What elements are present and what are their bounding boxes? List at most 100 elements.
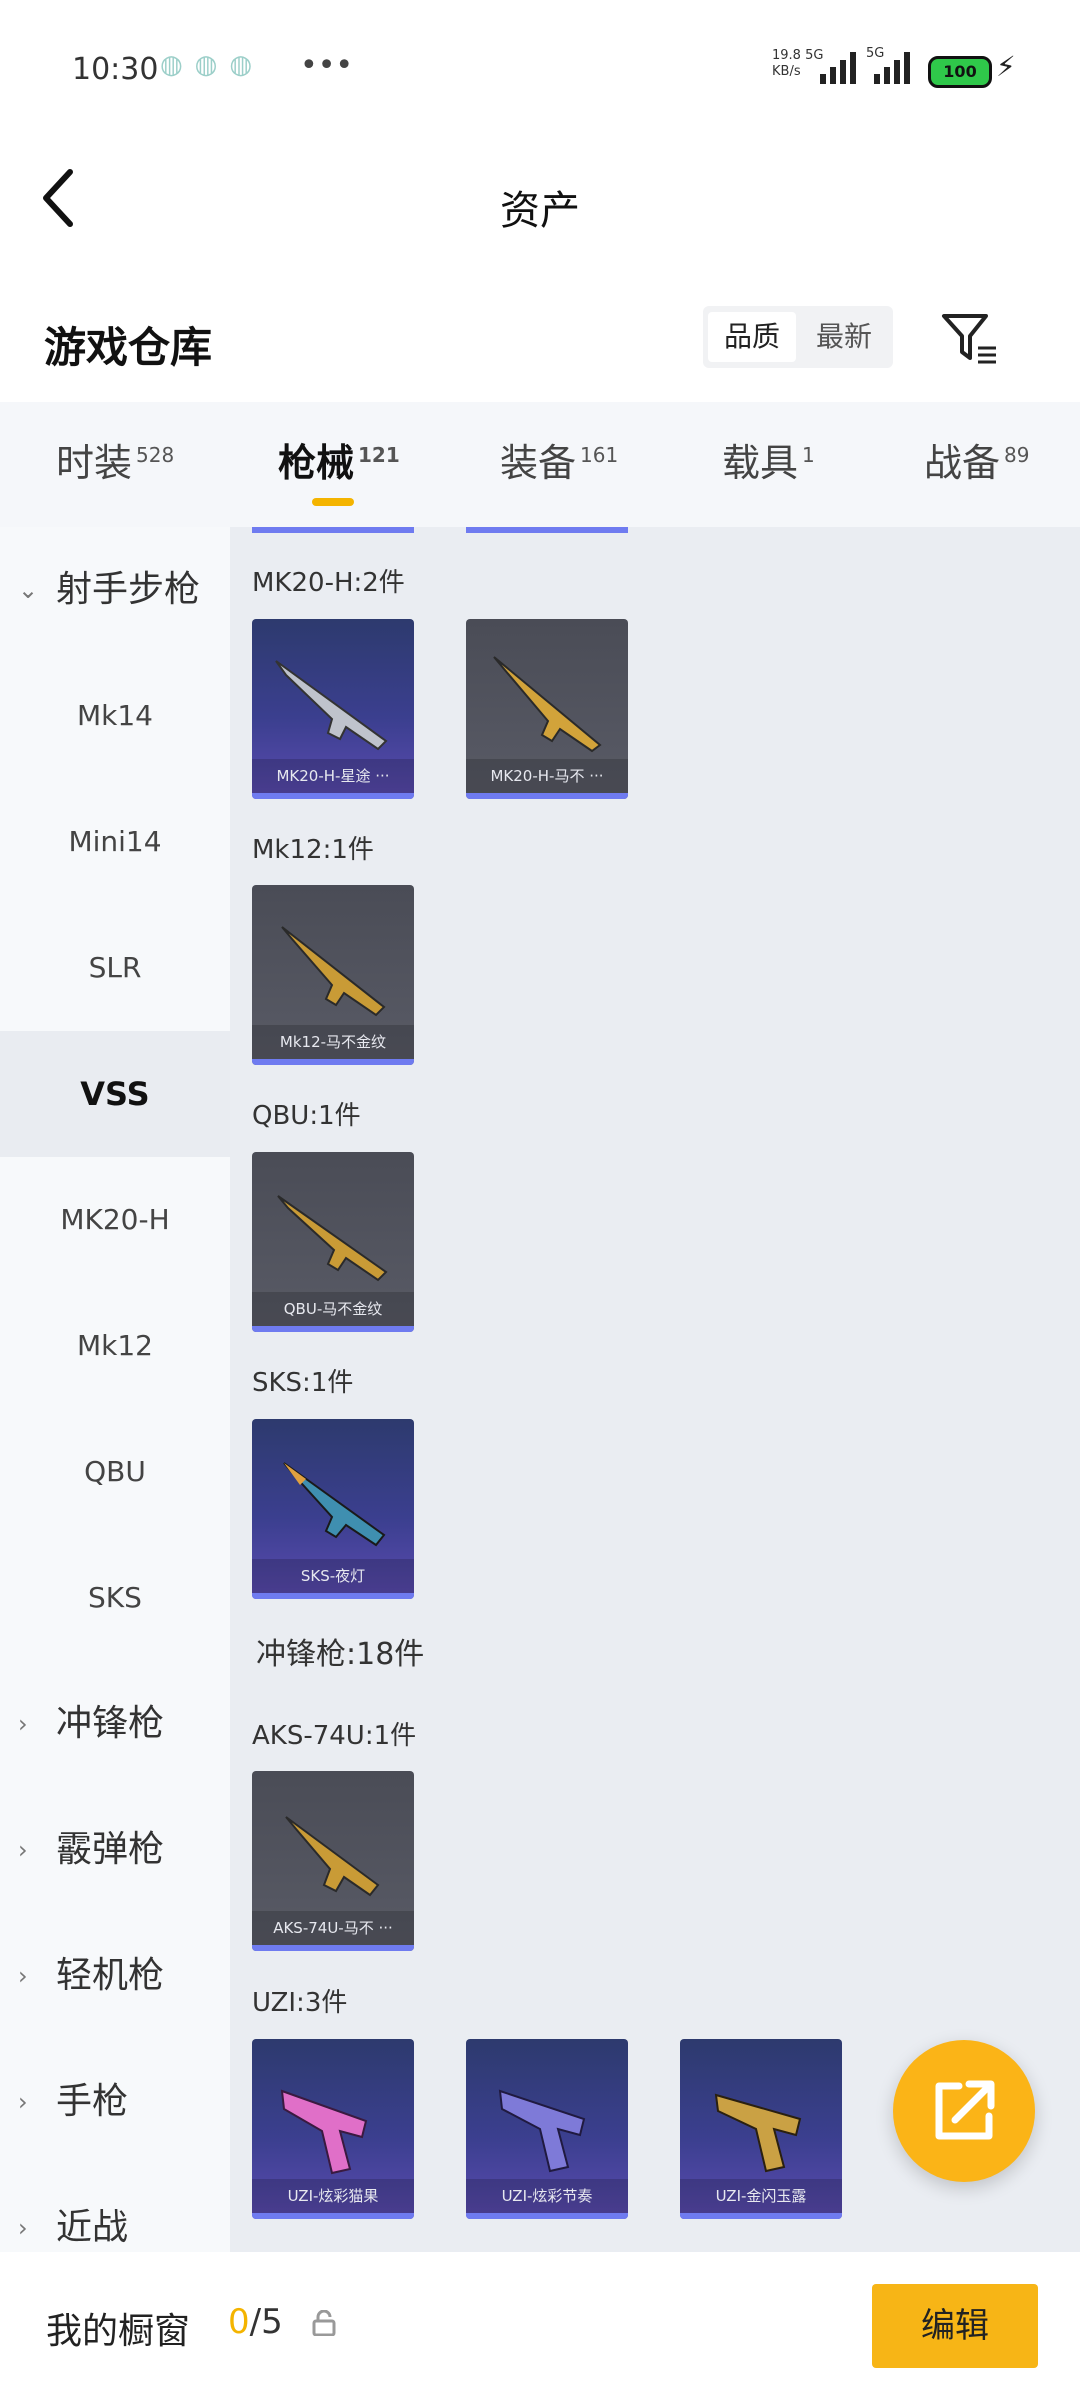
sort-quality-button[interactable]: 品质 xyxy=(708,312,796,362)
filter-icon[interactable] xyxy=(940,308,1000,368)
sidebar-item-pistol[interactable]: › 手枪 xyxy=(0,2039,230,2165)
sidebar-item-mk20h[interactable]: MK20-H xyxy=(0,1157,230,1283)
showcase-label: 我的橱窗 xyxy=(46,2311,191,2352)
rarity-bar xyxy=(252,2213,414,2219)
app-header: 资产 xyxy=(0,140,1080,270)
network-speed: 19.8 5G KB/s xyxy=(772,48,823,80)
sidebar-item-mini14[interactable]: Mini14 xyxy=(0,779,230,905)
showcase-count-total: /5 xyxy=(249,2302,283,2342)
rarity-bar xyxy=(252,1059,414,1065)
rifle-icon xyxy=(281,926,386,1017)
tab-supplies[interactable]: 战备 89 xyxy=(924,432,1029,492)
weapon-card-qbu[interactable]: QBU-马不金纹 xyxy=(252,1152,414,1332)
tab-label: 装备 xyxy=(500,441,577,485)
category-tabs: 时装 528 枪械 121 装备 161 载具 1 战备 89 xyxy=(0,402,1080,527)
weapon-grid: MK20-H:2件 MK20-H-星途 ··· MK20-H-马不 ··· Mk… xyxy=(230,527,1080,2252)
active-tab-indicator xyxy=(312,498,354,506)
weapon-card-uzi-3[interactable]: UZI-金闪玉露 xyxy=(680,2039,842,2219)
weapon-card-name: MK20-H-星途 ··· xyxy=(252,759,414,793)
tab-label: 枪械 xyxy=(278,441,355,485)
net-speed-value: 19.8 xyxy=(772,48,801,63)
charging-icon: ⚡ xyxy=(996,50,1016,83)
chevron-down-icon: ⌄ xyxy=(18,576,39,604)
sidebar-item-label: 冲锋枪 xyxy=(56,1703,165,1744)
rifle-icon xyxy=(277,1195,388,1282)
share-button[interactable] xyxy=(893,2040,1035,2182)
edit-button[interactable]: 编辑 xyxy=(872,2284,1038,2368)
group-label-uzi: UZI:3件 xyxy=(252,1988,348,2018)
group-label-mk20h: MK20-H:2件 xyxy=(252,568,405,598)
smg-icon xyxy=(498,2089,586,2173)
tab-firearms[interactable]: 枪械 121 xyxy=(278,432,400,492)
tab-label: 载具 xyxy=(722,441,799,485)
weapon-card-mk12[interactable]: Mk12-马不金纹 xyxy=(252,885,414,1065)
rifle-icon xyxy=(285,1816,380,1897)
rifle-icon xyxy=(283,1462,386,1547)
lock-icon xyxy=(312,2309,336,2337)
net-speed-unit: KB/s xyxy=(772,64,801,79)
sidebar-item-sks[interactable]: SKS xyxy=(0,1535,230,1661)
page-title: 资产 xyxy=(500,188,580,234)
tab-count: 161 xyxy=(580,443,619,468)
rarity-bar xyxy=(252,1945,414,1951)
sidebar-item-smg[interactable]: › 冲锋枪 xyxy=(0,1661,230,1787)
sidebar-item-mk14[interactable]: Mk14 xyxy=(0,653,230,779)
sort-latest-button[interactable]: 最新 xyxy=(800,312,888,362)
sidebar-item-shotgun[interactable]: › 霰弹枪 xyxy=(0,1787,230,1913)
group-label-qbu: QBU:1件 xyxy=(252,1101,361,1131)
showcase-count: 0/5 xyxy=(228,2302,283,2342)
sidebar-item-slr[interactable]: SLR xyxy=(0,905,230,1031)
sidebar-item-label: 霰弹枪 xyxy=(56,1829,165,1870)
chevron-right-icon: › xyxy=(18,2088,28,2116)
partial-card-bar xyxy=(252,527,414,533)
sidebar-item-lmg[interactable]: › 轻机枪 xyxy=(0,1913,230,2039)
weapon-card-name: UZI-炫彩猫果 xyxy=(252,2179,414,2213)
signal-icon xyxy=(820,50,864,84)
sidebar-item-label: 射手步枪 xyxy=(56,569,201,610)
weapon-card-name: UZI-金闪玉露 xyxy=(680,2179,842,2213)
sidebar-item-vss[interactable]: VSS xyxy=(0,1031,230,1157)
weapon-card-name: UZI-炫彩节奏 xyxy=(466,2179,628,2213)
rarity-bar xyxy=(680,2213,842,2219)
signal-icon-2 xyxy=(874,50,918,84)
tab-count: 1 xyxy=(802,443,815,468)
weapon-card-uzi-2[interactable]: UZI-炫彩节奏 xyxy=(466,2039,628,2219)
sidebar-item-label: 近战 xyxy=(56,2207,129,2248)
partial-card-bar xyxy=(466,527,628,533)
weapon-card-mk20h-2[interactable]: MK20-H-马不 ··· xyxy=(466,619,628,799)
rarity-bar xyxy=(466,793,628,799)
tab-count: 528 xyxy=(136,443,175,468)
tab-label: 战备 xyxy=(924,441,1001,485)
smg-icon xyxy=(714,2093,802,2173)
tab-label: 时装 xyxy=(56,441,133,485)
tab-fashion[interactable]: 时装 528 xyxy=(56,432,174,492)
group-label-sks: SKS:1件 xyxy=(252,1368,354,1398)
weapon-card-mk20h-1[interactable]: MK20-H-星途 ··· xyxy=(252,619,414,799)
weapon-card-name: MK20-H-马不 ··· xyxy=(466,759,628,793)
chevron-right-icon: › xyxy=(18,1836,28,1864)
tab-equipment[interactable]: 装备 161 xyxy=(500,432,618,492)
sidebar-item-label: 手枪 xyxy=(56,2081,129,2122)
sidebar-item-qbu[interactable]: QBU xyxy=(0,1409,230,1535)
battery-icon: 100 xyxy=(928,56,992,88)
section-title: 游戏仓库 xyxy=(44,323,213,372)
tab-vehicles[interactable]: 载具 1 xyxy=(722,432,815,492)
share-icon xyxy=(935,2080,995,2140)
showcase-bar: 我的橱窗 0/5 编辑 xyxy=(0,2252,1080,2400)
rarity-bar xyxy=(252,1593,414,1599)
sidebar-item-marksman-rifle[interactable]: ⌄ 射手步枪 xyxy=(0,527,230,653)
sidebar-item-mk12[interactable]: Mk12 xyxy=(0,1283,230,1409)
chevron-right-icon: › xyxy=(18,1962,28,1990)
rifle-icon xyxy=(493,656,602,753)
weapon-card-uzi-1[interactable]: UZI-炫彩猫果 xyxy=(252,2039,414,2219)
weapon-card-sks[interactable]: SKS-夜灯 xyxy=(252,1419,414,1599)
status-time: 10:30 xyxy=(72,52,159,87)
chevron-right-icon: › xyxy=(18,1710,28,1738)
sort-toggle: 品质 最新 xyxy=(703,306,893,368)
notification-icons: ◍◍◍ xyxy=(160,50,265,80)
rifle-icon xyxy=(275,660,388,751)
warehouse-header: 游戏仓库 品质 最新 xyxy=(0,290,1080,400)
weapon-card-aks74u[interactable]: AKS-74U-马不 ··· xyxy=(252,1771,414,1951)
weapon-card-name: Mk12-马不金纹 xyxy=(252,1025,414,1059)
weapon-card-name: SKS-夜灯 xyxy=(252,1559,414,1593)
